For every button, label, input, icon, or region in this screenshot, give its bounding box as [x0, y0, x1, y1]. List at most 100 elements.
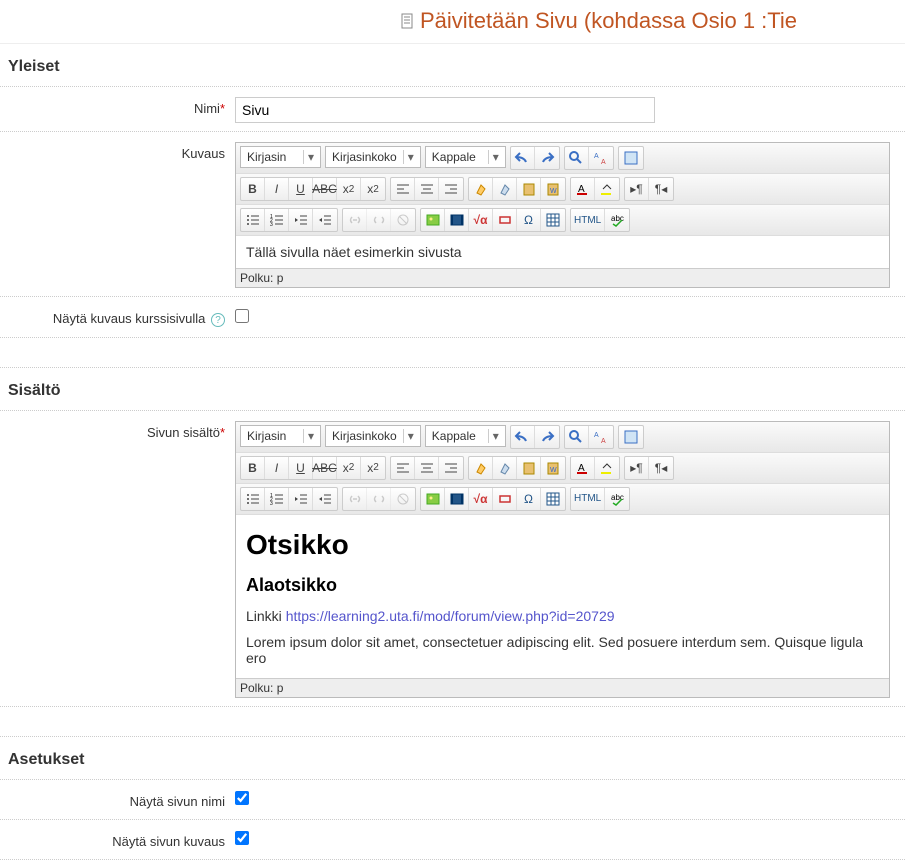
name-input[interactable]	[235, 97, 655, 123]
content-lorem: Lorem ipsum dolor sit amet, consectetuer…	[246, 634, 879, 666]
unlink-icon[interactable]	[367, 209, 391, 231]
show-desc-course-checkbox[interactable]	[235, 309, 249, 323]
nolink-icon[interactable]	[391, 488, 415, 510]
media-icon[interactable]	[445, 209, 469, 231]
subscript-icon[interactable]: x2	[337, 178, 361, 200]
svg-text:abc: abc	[611, 493, 624, 502]
show-page-name-checkbox[interactable]	[235, 791, 249, 805]
undo-icon[interactable]	[511, 426, 535, 448]
unlink-icon[interactable]	[367, 488, 391, 510]
editor-status: Polku: p	[236, 678, 889, 697]
rtl-icon[interactable]: ¶◂	[649, 457, 673, 479]
bold-icon[interactable]: B	[241, 178, 265, 200]
italic-icon[interactable]: I	[265, 178, 289, 200]
textcolor-icon[interactable]: A	[571, 178, 595, 200]
ol-icon[interactable]: 123	[265, 488, 289, 510]
search-icon[interactable]	[565, 147, 589, 169]
removeformat-icon[interactable]	[493, 457, 517, 479]
redo-icon[interactable]	[535, 426, 559, 448]
replace-icon[interactable]: AA	[589, 147, 613, 169]
paste-text-icon[interactable]	[517, 457, 541, 479]
description-content[interactable]: Tällä sivulla näet esimerkin sivusta	[236, 236, 889, 268]
clean-icon[interactable]	[469, 457, 493, 479]
toolbar-row-1b: Kirjasin▾ Kirjasinkoko▾ Kappale▾ AA	[236, 422, 889, 453]
textcolor-icon[interactable]: A	[571, 457, 595, 479]
underline-icon[interactable]: U	[289, 457, 313, 479]
media-icon[interactable]	[445, 488, 469, 510]
indent-icon[interactable]	[313, 488, 337, 510]
outdent-icon[interactable]	[289, 209, 313, 231]
subscript-icon[interactable]: x2	[337, 457, 361, 479]
row-description: Kuvaus Kirjasin▾ Kirjasinkoko▾ Kappale▾ …	[0, 132, 905, 297]
ul-icon[interactable]	[241, 209, 265, 231]
bold-icon[interactable]: B	[241, 457, 265, 479]
search-icon[interactable]	[565, 426, 589, 448]
outdent-icon[interactable]	[289, 488, 313, 510]
paste-word-icon[interactable]: W	[541, 178, 565, 200]
fontsize-select[interactable]: Kirjasinkoko▾	[325, 425, 421, 447]
ol-icon[interactable]: 123	[265, 209, 289, 231]
pagecontent-editor: Kirjasin▾ Kirjasinkoko▾ Kappale▾ AA B	[235, 421, 890, 698]
clean-icon[interactable]	[469, 178, 493, 200]
indent-icon[interactable]	[313, 209, 337, 231]
label-show-page-name: Näytä sivun nimi	[0, 790, 235, 819]
show-page-desc-checkbox[interactable]	[235, 831, 249, 845]
image-icon[interactable]	[421, 488, 445, 510]
strike-icon[interactable]: ABC	[313, 178, 337, 200]
table-icon[interactable]	[541, 209, 565, 231]
char-icon[interactable]: Ω	[517, 488, 541, 510]
fontsize-select[interactable]: Kirjasinkoko▾	[325, 146, 421, 168]
format-select[interactable]: Kappale▾	[425, 425, 506, 447]
label-description: Kuvaus	[0, 142, 235, 171]
align-left-icon[interactable]	[391, 457, 415, 479]
align-right-icon[interactable]	[439, 178, 463, 200]
label-show-page-desc: Näytä sivun kuvaus	[0, 830, 235, 859]
bgcolor-icon[interactable]	[595, 457, 619, 479]
fullscreen-icon[interactable]	[619, 426, 643, 448]
link-icon[interactable]	[343, 209, 367, 231]
italic-icon[interactable]: I	[265, 457, 289, 479]
nonbreaking-icon[interactable]	[493, 488, 517, 510]
nonbreaking-icon[interactable]	[493, 209, 517, 231]
ul-icon[interactable]	[241, 488, 265, 510]
paste-text-icon[interactable]	[517, 178, 541, 200]
equation-icon[interactable]: √α	[469, 488, 493, 510]
nolink-icon[interactable]	[391, 209, 415, 231]
rtl-icon[interactable]: ¶◂	[649, 178, 673, 200]
superscript-icon[interactable]: x2	[361, 457, 385, 479]
align-center-icon[interactable]	[415, 178, 439, 200]
fullscreen-icon[interactable]	[619, 147, 643, 169]
removeformat-icon[interactable]	[493, 178, 517, 200]
char-icon[interactable]: Ω	[517, 209, 541, 231]
equation-icon[interactable]: √α	[469, 209, 493, 231]
description-editor: Kirjasin▾ Kirjasinkoko▾ Kappale▾ AA	[235, 142, 890, 288]
spellcheck-icon[interactable]: abc	[605, 209, 629, 231]
undo-icon[interactable]	[511, 147, 535, 169]
spellcheck-icon[interactable]: abc	[605, 488, 629, 510]
toolbar-row-1: Kirjasin▾ Kirjasinkoko▾ Kappale▾ AA	[236, 143, 889, 174]
help-icon[interactable]: ?	[211, 313, 225, 327]
redo-icon[interactable]	[535, 147, 559, 169]
align-center-icon[interactable]	[415, 457, 439, 479]
html-button[interactable]: HTML	[571, 488, 605, 510]
bgcolor-icon[interactable]	[595, 178, 619, 200]
strike-icon[interactable]: ABC	[313, 457, 337, 479]
format-select[interactable]: Kappale▾	[425, 146, 506, 168]
link-icon[interactable]	[343, 488, 367, 510]
superscript-icon[interactable]: x2	[361, 178, 385, 200]
pagecontent-content[interactable]: Otsikko Alaotsikko Linkki https://learni…	[236, 515, 889, 678]
font-select[interactable]: Kirjasin▾	[240, 425, 321, 447]
content-link[interactable]: https://learning2.uta.fi/mod/forum/view.…	[286, 608, 615, 624]
paste-word-icon[interactable]: W	[541, 457, 565, 479]
image-icon[interactable]	[421, 209, 445, 231]
html-button[interactable]: HTML	[571, 209, 605, 231]
ltr-icon[interactable]: ▸¶	[625, 178, 649, 200]
ltr-icon[interactable]: ▸¶	[625, 457, 649, 479]
toolbar-row-3: 123 √α Ω HTML	[236, 205, 889, 236]
font-select[interactable]: Kirjasin▾	[240, 146, 321, 168]
replace-icon[interactable]: AA	[589, 426, 613, 448]
table-icon[interactable]	[541, 488, 565, 510]
align-left-icon[interactable]	[391, 178, 415, 200]
align-right-icon[interactable]	[439, 457, 463, 479]
underline-icon[interactable]: U	[289, 178, 313, 200]
